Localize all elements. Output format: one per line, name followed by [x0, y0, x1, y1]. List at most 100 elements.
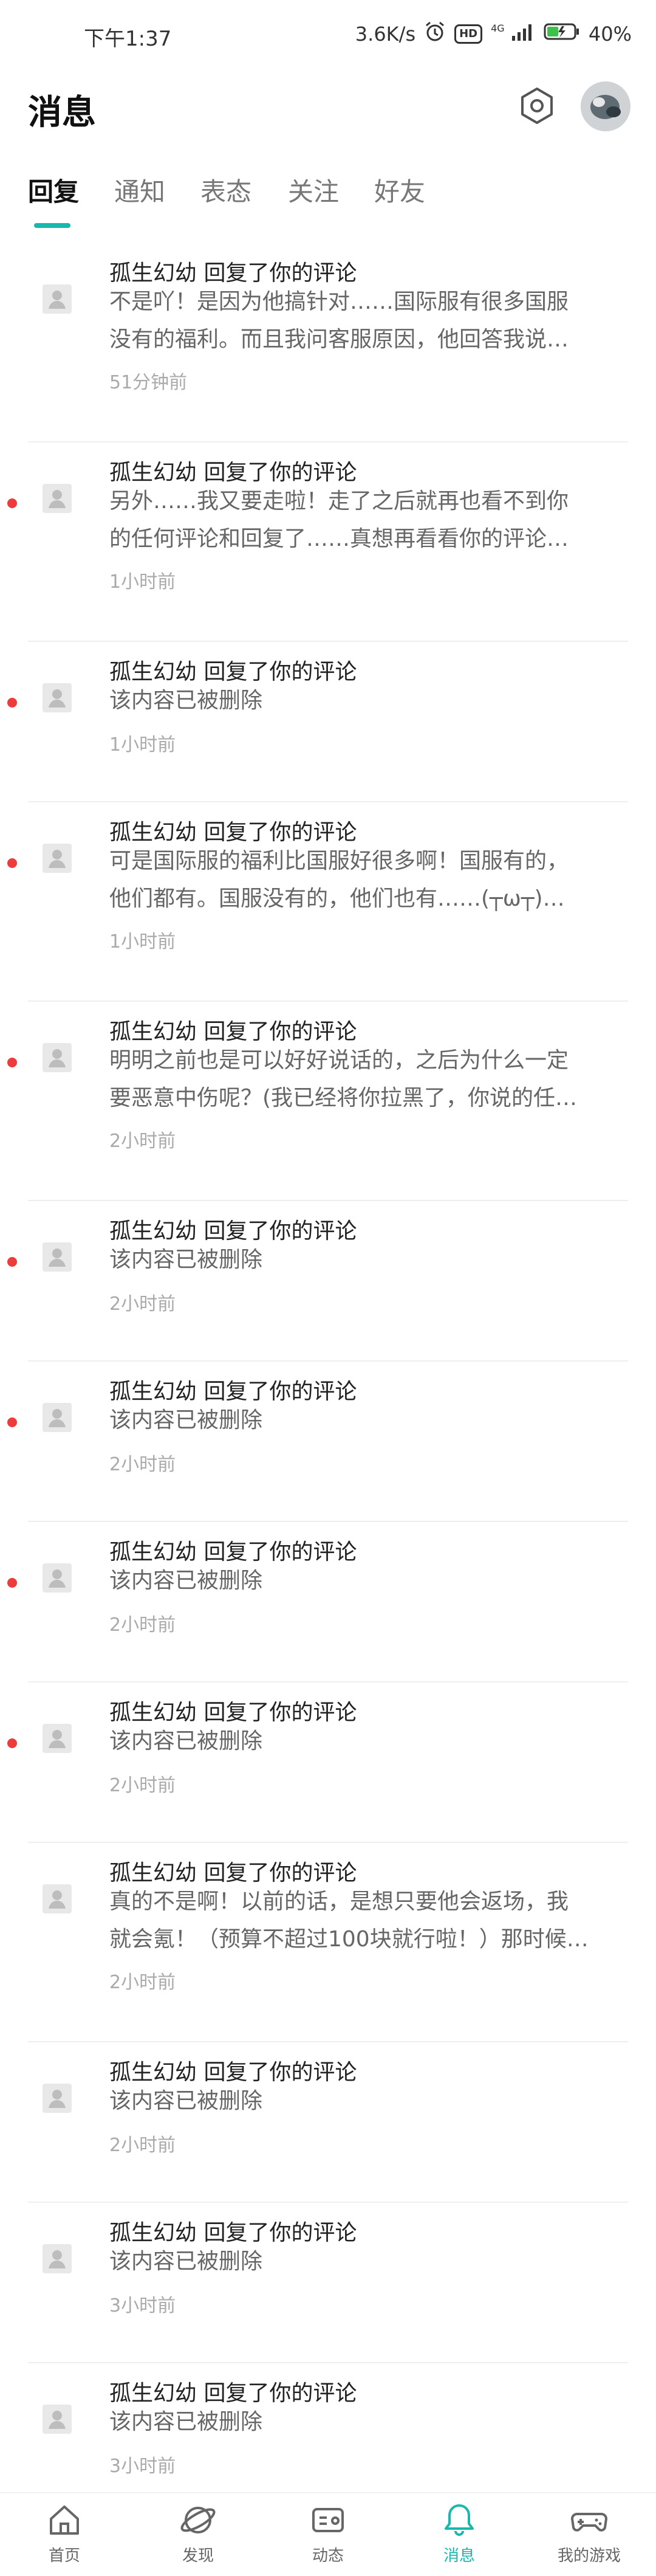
- network-speed: 3.6K/s: [355, 22, 416, 46]
- message-preview: 可是国际服的福利比国服好很多啊！国服有的， 他们都有。国服没有的，他们也有……(┬…: [109, 842, 613, 918]
- message-preview-line: 明明之前也是可以好好说话的，之后为什么一定: [109, 1048, 569, 1073]
- unread-dot: [7, 858, 17, 868]
- message-preview: 明明之前也是可以好好说话的，之后为什么一定 要恶意中伤呢？(我已经将你拉黑了，你说…: [109, 1042, 613, 1117]
- message-preview-line: 就会氪！（预算不超过100块就行啦！）那时候…: [109, 1927, 589, 1952]
- nav-discover-label: 发现: [182, 2547, 214, 2565]
- settings-button[interactable]: [514, 83, 560, 129]
- nav-messages-label: 消息: [443, 2547, 475, 2565]
- message-preview-line: 要恶意中伤呢？(我已经将你拉黑了，你说的任…: [109, 1086, 578, 1111]
- message-preview: 该内容已被删除: [109, 1723, 613, 1760]
- tab-following[interactable]: 关注: [288, 171, 339, 208]
- nav-my-games[interactable]: 我的游戏: [541, 2501, 638, 2566]
- message-preview: 该内容已被删除: [109, 2082, 613, 2120]
- unread-dot: [7, 1578, 17, 1588]
- message-title: 孤生幻幼 回复了你的评论: [109, 261, 357, 286]
- message-title: 孤生幻幼 回复了你的评论: [109, 2060, 357, 2085]
- message-item[interactable]: 孤生幻幼 回复了你的评论 另外……我又要走啦！走了之后就再也看不到你 的任何评论和回…: [0, 443, 656, 642]
- bottom-navigation: 首页 发现 动态 消息 我的游戏: [0, 2492, 656, 2576]
- sender-avatar[interactable]: [43, 1242, 72, 1272]
- message-preview: 该内容已被删除: [109, 1241, 613, 1279]
- message-title: 孤生幻幼 回复了你的评论: [109, 2381, 357, 2406]
- message-item[interactable]: 孤生幻幼 回复了你的评论 该内容已被删除 1小时前: [0, 642, 656, 802]
- message-title: 孤生幻幼 回复了你的评论: [109, 820, 357, 845]
- message-title: 孤生幻幼 回复了你的评论: [109, 1540, 357, 1565]
- message-preview: 真的不是啊！以前的话，是想只要他会返场，我 就会氪！（预算不超过100块就行啦！）…: [109, 1883, 613, 1958]
- message-time: 2小时前: [109, 1131, 176, 1152]
- signal-icon: 4G: [491, 22, 535, 46]
- tab-reaction[interactable]: 表态: [200, 171, 251, 208]
- sender-avatar[interactable]: [43, 1403, 72, 1432]
- gamepad-icon: [571, 2513, 607, 2532]
- unread-dot: [7, 698, 17, 708]
- nav-my-games-label: 我的游戏: [557, 2547, 621, 2565]
- message-preview-line: 该内容已被删除: [109, 1247, 263, 1272]
- hd-badge: HD: [454, 24, 483, 44]
- message-preview: 该内容已被删除: [109, 2243, 613, 2281]
- user-avatar[interactable]: [581, 81, 630, 131]
- message-preview: 另外……我又要走啦！走了之后就再也看不到你 的任何评论和回复了……真想再看看你的评…: [109, 483, 613, 558]
- message-item[interactable]: 孤生幻幼 回复了你的评论 不是吖！是因为他搞针对……国际服有很多国服 没有的福利。而…: [0, 243, 656, 443]
- unread-dot: [7, 1738, 17, 1748]
- message-time: 1小时前: [109, 734, 176, 756]
- message-preview-line: 该内容已被删除: [109, 1729, 263, 1754]
- nav-messages[interactable]: 消息: [411, 2501, 508, 2566]
- message-title: 孤生幻幼 回复了你的评论: [109, 1379, 357, 1404]
- message-preview-line: 没有的福利。而且我问客服原因，他回答我说…: [109, 327, 569, 352]
- message-time: 2小时前: [109, 1775, 176, 1796]
- sender-avatar[interactable]: [43, 1724, 72, 1753]
- message-preview-line: 该内容已被删除: [109, 2249, 263, 2274]
- sender-avatar[interactable]: [43, 1884, 72, 1913]
- message-title: 孤生幻幼 回复了你的评论: [109, 1019, 357, 1044]
- signal-label: 4G: [491, 22, 505, 34]
- message-item[interactable]: 孤生幻幼 回复了你的评论 该内容已被删除 2小时前: [0, 1682, 656, 1843]
- sender-avatar[interactable]: [43, 1043, 72, 1072]
- sender-avatar[interactable]: [43, 2244, 72, 2273]
- message-item[interactable]: 孤生幻幼 回复了你的评论 该内容已被删除 3小时前: [0, 2203, 656, 2363]
- message-item[interactable]: 孤生幻幼 回复了你的评论 该内容已被删除 2小时前: [0, 1362, 656, 1522]
- message-time: 2小时前: [109, 1972, 176, 1993]
- message-item[interactable]: 孤生幻幼 回复了你的评论 可是国际服的福利比国服好很多啊！国服有的， 他们都有。国服…: [0, 802, 656, 1002]
- message-time: 2小时前: [109, 1293, 176, 1315]
- sender-avatar[interactable]: [43, 683, 72, 712]
- message-item[interactable]: 孤生幻幼 回复了你的评论 该内容已被删除 2小时前: [0, 1201, 656, 1362]
- message-title: 孤生幻幼 回复了你的评论: [109, 1861, 357, 1886]
- page-header: 消息: [0, 67, 656, 146]
- alarm-icon: [424, 21, 446, 47]
- nav-home[interactable]: 首页: [16, 2501, 113, 2566]
- message-title: 孤生幻幼 回复了你的评论: [109, 1219, 357, 1244]
- message-item[interactable]: 孤生幻幼 回复了你的评论 该内容已被删除 2小时前: [0, 2042, 656, 2203]
- message-time: 51分钟前: [109, 372, 188, 393]
- message-preview-line: 该内容已被删除: [109, 2409, 263, 2434]
- message-time: 3小时前: [109, 2295, 176, 2316]
- hexagon-settings-icon: [521, 88, 553, 124]
- sender-avatar[interactable]: [43, 284, 72, 314]
- message-title: 孤生幻幼 回复了你的评论: [109, 659, 357, 684]
- status-bar: 下午1:37 3.6K/s HD 4G 40%: [0, 0, 656, 67]
- tab-friends[interactable]: 好友: [374, 171, 425, 208]
- page-title: 消息: [28, 93, 96, 133]
- sender-avatar[interactable]: [43, 484, 72, 513]
- message-time: 1小时前: [109, 931, 176, 952]
- status-time: 下午1:37: [84, 27, 172, 51]
- tab-reply[interactable]: 回复: [28, 171, 79, 208]
- tab-notification[interactable]: 通知: [114, 171, 165, 208]
- unread-dot: [7, 1257, 17, 1267]
- message-item[interactable]: 孤生幻幼 回复了你的评论 明明之前也是可以好好说话的，之后为什么一定 要恶意中伤呢？…: [0, 1002, 656, 1201]
- sender-avatar[interactable]: [43, 1563, 72, 1593]
- discover-icon: [180, 2507, 216, 2533]
- sender-avatar[interactable]: [43, 844, 72, 873]
- message-preview: 该内容已被删除: [109, 2403, 613, 2441]
- nav-feed[interactable]: 动态: [279, 2501, 377, 2566]
- message-title: 孤生幻幼 回复了你的评论: [109, 460, 357, 485]
- message-preview: 不是吖！是因为他搞针对……国际服有很多国服 没有的福利。而且我问客服原因，他回答我…: [109, 283, 613, 359]
- feed-icon: [312, 2508, 344, 2532]
- sender-avatar[interactable]: [43, 2084, 72, 2113]
- nav-discover[interactable]: 发现: [149, 2501, 247, 2566]
- message-item[interactable]: 孤生幻幼 回复了你的评论 该内容已被删除 2小时前: [0, 1522, 656, 1682]
- sender-avatar[interactable]: [43, 2405, 72, 2434]
- message-preview-line: 可是国际服的福利比国服好很多啊！国服有的，: [109, 849, 569, 873]
- unread-dot: [7, 498, 17, 508]
- message-preview-line: 不是吖！是因为他搞针对……国际服有很多国服: [109, 289, 569, 314]
- message-title: 孤生幻幼 回复了你的评论: [109, 1700, 357, 1725]
- message-item[interactable]: 孤生幻幼 回复了你的评论 真的不是啊！以前的话，是想只要他会返场，我 就会氪！（预算…: [0, 1843, 656, 2042]
